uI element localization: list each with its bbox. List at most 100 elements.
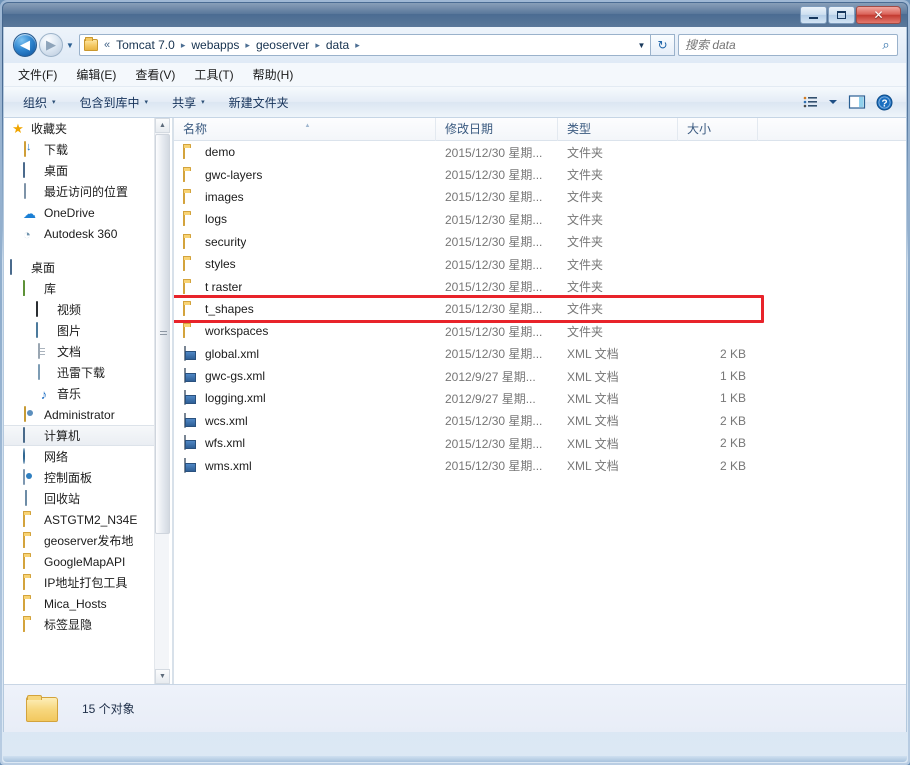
table-row[interactable]: workspaces 2015/12/30 星期... 文件夹 (174, 320, 906, 342)
file-name-cell[interactable]: workspaces (174, 323, 436, 339)
column-header-3[interactable]: 大小 (678, 118, 758, 141)
file-name-cell[interactable]: gwc-gs.xml (174, 368, 436, 384)
sidebar-item-9[interactable]: 视频 (4, 299, 154, 320)
sidebar-item-10[interactable]: 图片 (4, 320, 154, 341)
file-name-cell[interactable]: t raster (174, 278, 436, 295)
scroll-down-arrow[interactable]: ▼ (155, 669, 170, 684)
title-bar[interactable]: ✕ (3, 3, 907, 27)
navigation-pane[interactable]: ★收藏夹下载桌面最近访问的位置☁OneDrive◔Autodesk 360桌面库… (4, 118, 172, 684)
sidebar-item-20[interactable]: geoserver发布地 (4, 530, 154, 551)
column-header-1[interactable]: 修改日期 (436, 118, 558, 141)
search-box[interactable]: ⌕ (678, 34, 898, 56)
chevron-down-icon[interactable] (825, 96, 841, 108)
sidebar-item-17[interactable]: 控制面板 (4, 467, 154, 488)
file-name-cell[interactable]: logs (174, 211, 436, 227)
breadcrumb-item-1[interactable]: webapps (189, 38, 241, 52)
file-name-cell[interactable]: global.xml (174, 345, 436, 362)
table-row[interactable]: gwc-gs.xml 2012/9/27 星期... XML 文档 1 KB (174, 365, 906, 387)
sidebar-item-14[interactable]: Administrator (4, 404, 154, 425)
sidebar-item-22[interactable]: IP地址打包工具 (4, 572, 154, 593)
scrollbar-thumb[interactable] (155, 134, 170, 534)
preview-pane-icon[interactable] (845, 92, 869, 112)
forward-button[interactable]: ▶ (39, 33, 63, 57)
new-folder-button[interactable]: 新建文件夹 (224, 91, 294, 114)
sidebar-item-4[interactable]: ☁ OneDrive (4, 202, 154, 223)
search-input[interactable] (679, 38, 875, 52)
breadcrumb-item-2[interactable]: geoserver (254, 38, 311, 52)
menu-help[interactable]: 帮助(H) (253, 66, 294, 83)
table-row[interactable]: t raster 2015/12/30 星期... 文件夹 (174, 275, 906, 297)
table-row[interactable]: logging.xml 2012/9/27 星期... XML 文档 1 KB (174, 387, 906, 409)
file-list-pane[interactable]: 名称修改日期类型大小 demo2015/12/30 星期...文件夹gwc-la… (174, 118, 906, 684)
organize-button[interactable]: 组织 ▾ (18, 91, 61, 114)
column-header-2[interactable]: 类型 (558, 118, 678, 141)
sidebar-item-0[interactable]: ★ 收藏夹 (4, 118, 154, 139)
table-row[interactable]: wcs.xml 2015/12/30 星期... XML 文档 2 KB (174, 410, 906, 432)
table-row[interactable]: t_shapes 2015/12/30 星期... 文件夹 (174, 298, 906, 320)
xml-file-icon (183, 412, 199, 429)
breadcrumb-sep-2[interactable]: ▸ (311, 40, 324, 51)
navigation-scrollbar[interactable]: ▲ ▼ (154, 118, 170, 684)
address-bar[interactable]: « Tomcat 7.0 ▸ webapps ▸ geoserver ▸ dat… (79, 34, 651, 56)
breadcrumb-sep-0[interactable]: ▸ (177, 40, 190, 51)
sidebar-item-21[interactable]: GoogleMapAPI (4, 551, 154, 572)
sidebar-item-24[interactable]: 标签显隐 (4, 614, 154, 635)
address-dropdown-icon[interactable]: ▼ (633, 35, 650, 55)
sidebar-item-13[interactable]: ♪ 音乐 (4, 383, 154, 404)
maximize-button[interactable] (828, 6, 855, 24)
breadcrumb-sep-3[interactable]: ▸ (351, 40, 364, 51)
sidebar-item-5[interactable]: ◔ Autodesk 360 (4, 223, 154, 244)
help-icon[interactable]: ? (873, 92, 896, 113)
file-name-cell[interactable]: images (174, 188, 436, 205)
table-row[interactable]: demo 2015/12/30 星期... 文件夹 (174, 141, 906, 163)
table-row[interactable]: logs 2015/12/30 星期... 文件夹 (174, 208, 906, 230)
file-name-cell[interactable]: security (174, 233, 436, 250)
sidebar-item-18[interactable]: 回收站 (4, 488, 154, 509)
sidebar-item-23[interactable]: Mica_Hosts (4, 593, 154, 614)
search-icon[interactable]: ⌕ (875, 37, 897, 53)
file-name-cell[interactable]: wms.xml (174, 457, 436, 474)
sidebar-item-1[interactable]: 下载 (4, 139, 154, 160)
table-row[interactable]: wms.xml 2015/12/30 星期... XML 文档 2 KB (174, 454, 906, 476)
table-row[interactable]: images 2015/12/30 星期... 文件夹 (174, 186, 906, 208)
menu-tools[interactable]: 工具(T) (194, 66, 233, 83)
menu-edit[interactable]: 编辑(E) (76, 66, 116, 83)
table-row[interactable]: styles 2015/12/30 星期... 文件夹 (174, 253, 906, 275)
table-row[interactable]: wfs.xml 2015/12/30 星期... XML 文档 2 KB (174, 432, 906, 454)
column-header-0[interactable]: 名称 (174, 118, 436, 141)
file-name-cell[interactable]: t_shapes (174, 300, 436, 317)
menu-view[interactable]: 查看(V) (135, 66, 175, 83)
sidebar-item-3[interactable]: 最近访问的位置 (4, 181, 154, 202)
sidebar-item-7[interactable]: 桌面 (4, 257, 154, 278)
sidebar-item-8[interactable]: 库 (4, 278, 154, 299)
breadcrumb-overflow-icon[interactable]: « (98, 39, 114, 51)
sidebar-item-12[interactable]: 迅雷下载 (4, 362, 154, 383)
sidebar-item-11[interactable]: 文档 (4, 341, 154, 362)
close-button[interactable]: ✕ (856, 6, 901, 24)
sidebar-item-16[interactable]: 网络 (4, 446, 154, 467)
file-name-cell[interactable]: styles (174, 256, 436, 272)
include-in-library-button[interactable]: 包含到库中 ▾ (75, 91, 154, 114)
table-row[interactable]: gwc-layers 2015/12/30 星期... 文件夹 (174, 163, 906, 185)
breadcrumb-sep-1[interactable]: ▸ (241, 40, 254, 51)
breadcrumb-item-3[interactable]: data (324, 38, 351, 52)
recent-pages-dropdown[interactable]: ▼ (63, 33, 77, 57)
view-list-icon[interactable] (800, 93, 821, 111)
share-button[interactable]: 共享 ▾ (167, 91, 210, 114)
file-name-cell[interactable]: demo (174, 144, 436, 160)
table-row[interactable]: security 2015/12/30 星期... 文件夹 (174, 231, 906, 253)
file-name-cell[interactable]: logging.xml (174, 390, 436, 406)
sidebar-item-2[interactable]: 桌面 (4, 160, 154, 181)
file-name-cell[interactable]: wcs.xml (174, 412, 436, 429)
minimize-button[interactable] (800, 6, 827, 24)
sidebar-item-15[interactable]: 计算机 (4, 425, 154, 446)
table-row[interactable]: global.xml 2015/12/30 星期... XML 文档 2 KB (174, 343, 906, 365)
sidebar-item-19[interactable]: ASTGTM2_N34E (4, 509, 154, 530)
menu-file[interactable]: 文件(F) (18, 66, 57, 83)
scroll-up-arrow[interactable]: ▲ (155, 118, 170, 133)
file-name-cell[interactable]: wfs.xml (174, 435, 436, 451)
file-name-cell[interactable]: gwc-layers (174, 166, 436, 183)
refresh-button[interactable]: ↻ (651, 34, 675, 56)
breadcrumb-item-0[interactable]: Tomcat 7.0 (114, 38, 177, 52)
back-button[interactable]: ◀ (13, 33, 37, 57)
